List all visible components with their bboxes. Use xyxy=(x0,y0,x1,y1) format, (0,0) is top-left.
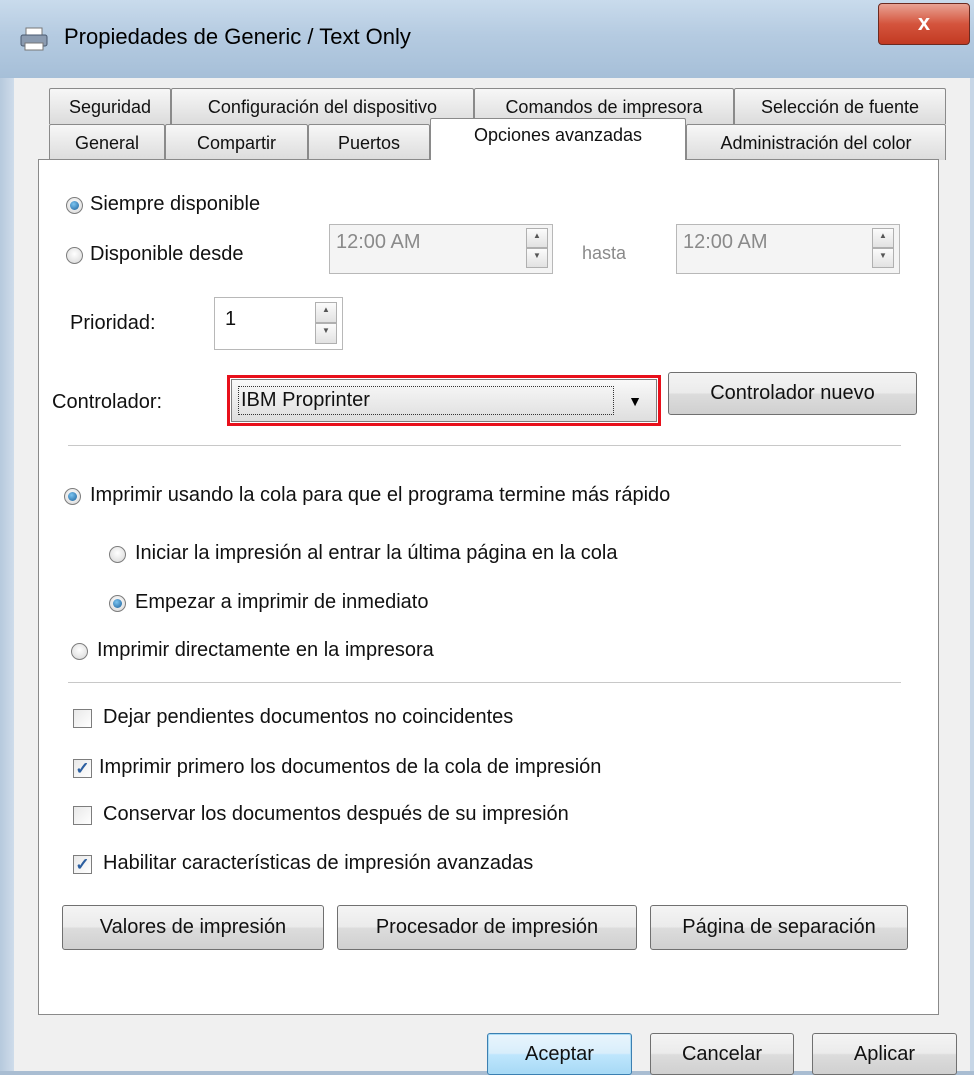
tab-seleccion-fuente[interactable]: Selección de fuente xyxy=(734,88,946,124)
title-bar[interactable]: Propiedades de Generic / Text Only x xyxy=(0,0,974,78)
until-time-field[interactable]: 12:00 AM xyxy=(676,224,900,274)
always-available-label[interactable]: Siempre disponible xyxy=(90,193,260,216)
tab-seguridad[interactable]: Seguridad xyxy=(49,88,171,124)
window-frame-right xyxy=(970,78,974,1071)
tab-panel xyxy=(38,159,939,1015)
priority-label: Prioridad: xyxy=(70,312,156,334)
from-time-spinner[interactable]: ▲ ▼ xyxy=(526,228,548,268)
enable-advanced-label[interactable]: Habilitar características de impresión a… xyxy=(103,852,533,875)
ok-button[interactable]: Aceptar xyxy=(487,1033,632,1075)
spin-up-icon[interactable]: ▲ xyxy=(315,302,337,323)
spin-down-icon[interactable]: ▼ xyxy=(526,248,548,268)
spin-down-icon[interactable]: ▼ xyxy=(315,323,337,344)
window-frame-left xyxy=(0,78,14,1071)
tab-compartir[interactable]: Compartir xyxy=(165,124,308,160)
print-direct-radio[interactable] xyxy=(71,643,88,660)
use-spool-label[interactable]: Imprimir usando la cola para que el prog… xyxy=(90,484,670,507)
hold-mismatched-checkbox[interactable] xyxy=(73,709,92,728)
print-direct-label[interactable]: Imprimir directamente en la impresora xyxy=(97,639,434,662)
apply-button[interactable]: Aplicar xyxy=(812,1033,957,1075)
keep-printed-label[interactable]: Conservar los documentos después de su i… xyxy=(103,803,569,826)
tab-administracion-color[interactable]: Administración del color xyxy=(686,124,946,160)
until-time-spinner[interactable]: ▲ ▼ xyxy=(872,228,894,268)
tab-configuracion-dispositivo[interactable]: Configuración del dispositivo xyxy=(171,88,474,124)
window-title: Propiedades de Generic / Text Only xyxy=(64,24,411,49)
tab-opciones-avanzadas[interactable]: Opciones avanzadas xyxy=(430,118,686,160)
driver-label: Controlador: xyxy=(52,391,163,413)
separator xyxy=(68,682,901,683)
separator xyxy=(68,445,901,446)
start-immediately-radio[interactable] xyxy=(109,595,126,612)
always-available-radio[interactable] xyxy=(66,197,83,214)
close-button[interactable]: x xyxy=(878,3,970,45)
spin-up-icon[interactable]: ▲ xyxy=(526,228,548,248)
until-label: hasta xyxy=(582,243,627,263)
print-processor-button[interactable]: Procesador de impresión xyxy=(337,905,637,950)
available-from-radio[interactable] xyxy=(66,247,83,264)
keep-printed-checkbox[interactable] xyxy=(73,806,92,825)
highlight-box xyxy=(227,375,661,426)
start-after-last-radio[interactable] xyxy=(109,546,126,563)
printer-icon xyxy=(20,27,48,51)
use-spool-radio[interactable] xyxy=(64,488,81,505)
print-spooled-first-checkbox[interactable]: ✓ xyxy=(73,759,92,778)
hold-mismatched-label[interactable]: Dejar pendientes documentos no coinciden… xyxy=(103,706,513,729)
cancel-button[interactable]: Cancelar xyxy=(650,1033,794,1075)
available-from-label[interactable]: Disponible desde xyxy=(90,243,243,266)
separator-page-button[interactable]: Página de separación xyxy=(650,905,908,950)
from-time-field[interactable]: 12:00 AM xyxy=(329,224,553,274)
print-spooled-first-label[interactable]: Imprimir primero los documentos de la co… xyxy=(99,756,601,779)
tab-puertos[interactable]: Puertos xyxy=(308,124,430,160)
start-immediately-label[interactable]: Empezar a imprimir de inmediato xyxy=(135,591,428,614)
enable-advanced-checkbox[interactable]: ✓ xyxy=(73,855,92,874)
printer-properties-dialog: Propiedades de Generic / Text Only x Seg… xyxy=(0,0,974,1075)
new-driver-button[interactable]: Controlador nuevo xyxy=(668,372,917,415)
start-after-last-label[interactable]: Iniciar la impresión al entrar la última… xyxy=(135,542,617,565)
print-defaults-button[interactable]: Valores de impresión xyxy=(62,905,324,950)
spin-up-icon[interactable]: ▲ xyxy=(872,228,894,248)
spin-down-icon[interactable]: ▼ xyxy=(872,248,894,268)
priority-spinner[interactable]: ▲ ▼ xyxy=(315,302,337,344)
tab-general[interactable]: General xyxy=(49,124,165,160)
